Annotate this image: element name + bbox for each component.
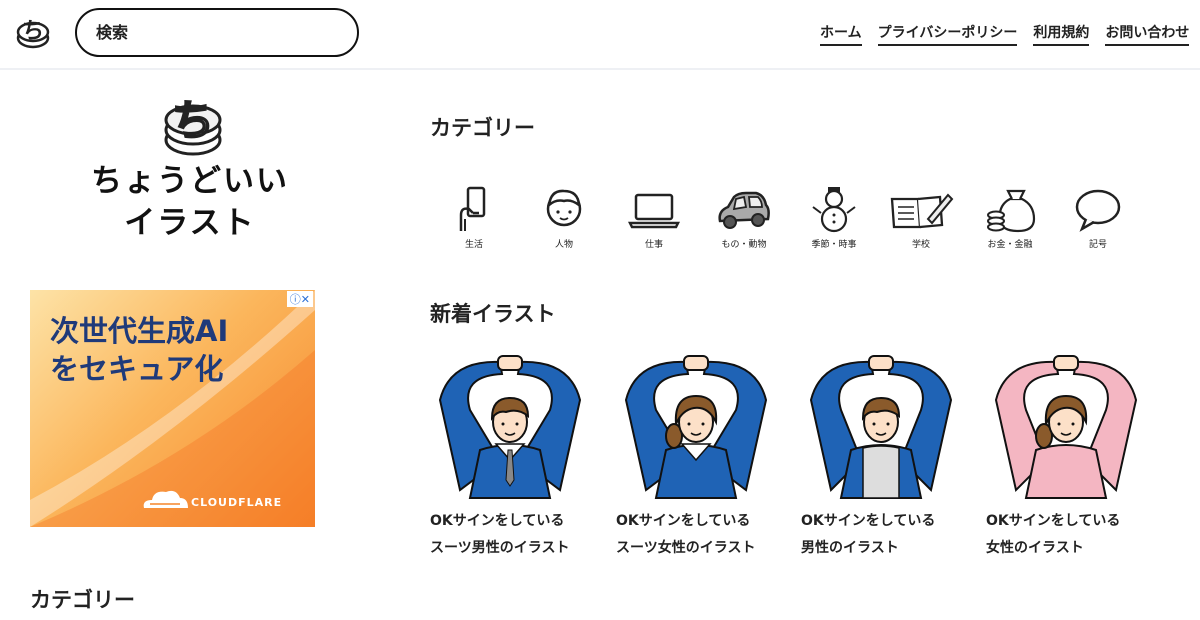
new-illustrations-heading: 新着イラスト [430, 302, 556, 326]
category-label: 季節・時事 [811, 240, 857, 250]
category-heading: カテゴリー [430, 116, 535, 140]
person-icon [546, 189, 582, 227]
nav-terms-link[interactable]: 利用規約 [1033, 22, 1090, 46]
site-title[interactable]: ちょうどいい イラスト [60, 160, 320, 244]
category-label: もの・動物 [721, 240, 767, 250]
ok-sign-suit-woman-illustration [624, 355, 768, 499]
caption-line2: スーツ女性のイラスト [616, 540, 756, 556]
speech-bubble-icon [1075, 189, 1121, 232]
category-label: 人物 [554, 240, 573, 250]
site-header: ち ホーム プライバシーポリシー 利用規約 お問い合わせ [0, 0, 1200, 70]
category-label: 生活 [464, 240, 483, 250]
search-input[interactable] [94, 22, 338, 43]
site-title-line2: イラスト [124, 205, 256, 241]
brand-mark-icon: ち [164, 95, 222, 156]
illustration-card[interactable]: OKサインをしている スーツ女性のイラスト [616, 350, 776, 562]
nav-contact-link[interactable]: お問い合わせ [1105, 22, 1190, 46]
caption-line2: 女性のイラスト [986, 540, 1084, 556]
caption-line1: OKサインをしている [986, 513, 1121, 529]
ok-sign-man-illustration [809, 355, 953, 499]
cloudflare-cloud-icon [143, 490, 188, 508]
category-item-seasons[interactable]: 季節・時事 [789, 185, 879, 250]
money-bag-icon [987, 189, 1036, 233]
illustration-caption[interactable]: OKサインをしている スーツ女性のイラスト [616, 508, 776, 562]
ad-headline-line2: をセキュア化 [50, 352, 224, 386]
nav-privacy-link[interactable]: プライバシーポリシー [877, 22, 1018, 46]
site-title-line1: ちょうどいい [91, 163, 289, 199]
category-label: 仕事 [644, 240, 663, 250]
ad-choices-icon[interactable]: ⓘ✕ [286, 291, 313, 307]
svg-text:ち: ち [172, 96, 214, 145]
smartphone-hand-icon [459, 186, 486, 231]
laptop-icon [628, 193, 680, 229]
category-item-school[interactable]: 学校 [876, 185, 966, 250]
ad-headline-line1: 次世代生成AI [50, 314, 229, 348]
caption-line2: スーツ男性のイラスト [430, 540, 570, 556]
caption-line1: OKサインをしている [801, 513, 936, 529]
category-item-things-animals[interactable]: もの・動物 [699, 185, 789, 250]
illustration-card[interactable]: OKサインをしている スーツ男性のイラスト [430, 350, 590, 562]
illustration-caption[interactable]: OKサインをしている 男性のイラスト [801, 508, 961, 562]
car-icon [718, 191, 770, 229]
category-item-life[interactable]: 生活 [429, 185, 519, 250]
illustration-card[interactable]: OKサインをしている 男性のイラスト [801, 350, 961, 562]
illustration-caption[interactable]: OKサインをしている スーツ男性のイラスト [430, 508, 590, 562]
ok-sign-suit-man-illustration [438, 355, 582, 499]
ad-brand: CLOUDFLARE [191, 496, 283, 509]
category-item-work[interactable]: 仕事 [609, 185, 699, 250]
category-label: 学校 [911, 240, 930, 250]
illustration-card[interactable]: OKサインをしている 女性のイラスト [986, 350, 1146, 562]
search-box[interactable] [75, 8, 359, 57]
category-label: 記号 [1088, 240, 1107, 250]
ok-sign-woman-illustration [994, 355, 1138, 499]
sidebar-category-heading: カテゴリー [30, 588, 135, 612]
svg-text:ち: ち [22, 19, 44, 44]
main-nav: ホーム プライバシーポリシー 利用規約 お問い合わせ [820, 22, 1190, 46]
illustration-caption[interactable]: OKサインをしている 女性のイラスト [986, 508, 1146, 562]
nav-home-link[interactable]: ホーム [820, 22, 862, 46]
caption-line2: 男性のイラスト [801, 540, 899, 556]
category-item-people[interactable]: 人物 [519, 185, 609, 250]
notebook-pencil-icon [890, 193, 954, 229]
site-logo-icon[interactable]: ち [15, 10, 51, 50]
category-item-symbols[interactable]: 記号 [1053, 185, 1143, 250]
caption-line1: OKサインをしている [616, 513, 751, 529]
category-item-money[interactable]: お金・金融 [965, 185, 1055, 250]
caption-line1: OKサインをしている [430, 513, 565, 529]
snowman-icon [812, 187, 856, 233]
ad-headline: 次世代生成AI をセキュア化 [50, 312, 228, 388]
category-label: お金・金融 [987, 240, 1033, 250]
